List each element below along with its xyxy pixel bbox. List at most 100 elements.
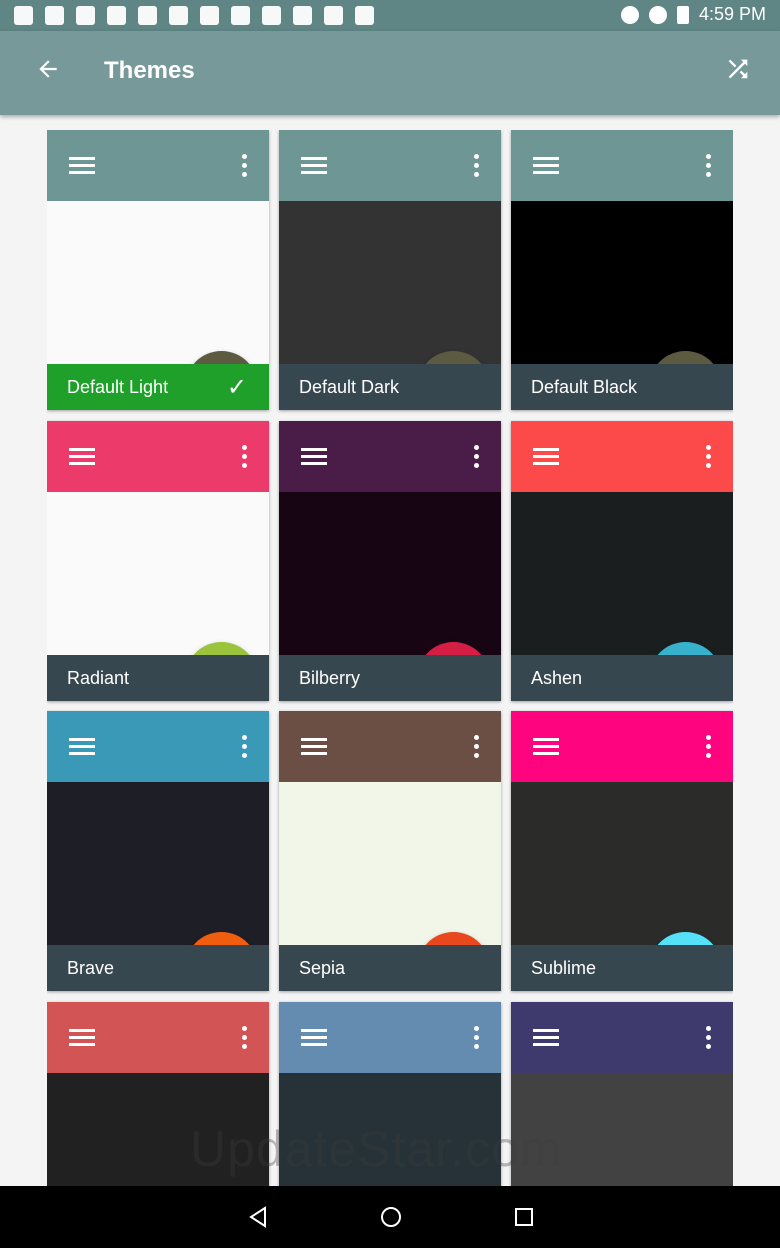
more-vert-icon [706,1026,712,1050]
nav-home-button[interactable] [378,1204,404,1230]
more-vert-icon [706,735,712,759]
theme-name: Sublime [531,958,597,978]
more-vert-icon [242,445,248,469]
theme-name: Default Black [531,377,638,397]
nav-home-icon [381,1207,401,1227]
shuffle-icon [728,59,748,79]
theme-preview-body: + [47,492,269,701]
more-vert-icon [242,1026,248,1050]
theme-label-bar: Brave [47,945,269,991]
theme-card[interactable]: +Radiant [47,421,269,701]
menu-icon [533,1029,559,1047]
theme-name: Default Dark [299,377,400,397]
menu-icon [533,448,559,466]
more-vert-icon [706,445,712,469]
themes-grid: +Default Light✓+Default Dark+Default Bla… [47,130,733,1186]
menu-icon [301,157,327,175]
theme-card[interactable]: +Ashen [511,421,733,701]
theme-card[interactable]: +Bilberry [279,421,501,701]
theme-preview-body: + [279,201,501,410]
theme-name: Default Light [67,377,169,397]
theme-preview-body: + [279,492,501,701]
app-bar: Themes [0,31,780,115]
theme-card[interactable]: +Default Dark [279,130,501,410]
notification-icon [107,6,126,25]
notification-icon [231,6,250,25]
notification-icon [200,6,219,25]
notification-icons [14,6,374,25]
wifi-icon [648,5,667,24]
theme-preview-toolbar [47,421,269,492]
more-vert-icon [706,154,712,178]
nav-recents-icon [515,1208,533,1226]
more-vert-icon [474,1026,480,1050]
more-vert-icon [474,445,480,469]
theme-card[interactable]: +Brave [47,711,269,991]
theme-label-bar: Sepia [279,945,501,991]
theme-preview-toolbar [279,711,501,782]
theme-label-bar: Radiant [47,655,269,701]
theme-name: Radiant [67,668,130,688]
theme-preview-toolbar [279,130,501,201]
theme-label-bar: Default Dark [279,364,501,410]
theme-preview-body: + [47,201,269,410]
nav-recents-button[interactable] [511,1204,537,1230]
more-vert-icon [242,735,248,759]
notification-icon [14,6,33,25]
navigation-bar [0,1186,780,1248]
menu-icon [301,1029,327,1047]
shuffle-button[interactable] [720,55,756,91]
theme-label-bar: Default Black [511,364,733,410]
watermark: UpdateStar.com [190,1121,563,1177]
check-icon: ✓ [226,374,247,401]
menu-icon [69,1029,95,1047]
theme-preview-toolbar [279,421,501,492]
theme-card[interactable]: +Sublime [511,711,733,991]
more-vert-icon [474,154,480,178]
nav-back-icon [249,1206,266,1228]
theme-preview-body: + [279,782,501,991]
theme-preview-body: + [511,492,733,701]
theme-card[interactable]: +Default Black [511,130,733,410]
menu-icon [69,738,95,756]
menu-icon [69,157,95,175]
more-vert-icon [474,735,480,759]
more-vert-icon [242,154,248,178]
system-status: 4:59 PM [620,4,766,25]
menu-icon [301,448,327,466]
theme-preview-toolbar [47,130,269,201]
menu-icon [69,448,95,466]
arrow-back-icon [39,60,57,78]
theme-preview-toolbar [511,130,733,201]
theme-preview-toolbar [511,711,733,782]
theme-name: Bilberry [299,668,361,688]
menu-icon [533,157,559,175]
theme-label-bar: Ashen [511,655,733,701]
back-button[interactable] [30,55,66,91]
theme-preview-toolbar [279,1002,501,1073]
menu-icon [533,738,559,756]
menu-icon [301,738,327,756]
theme-preview-body: + [47,782,269,991]
battery-icon [676,5,689,24]
notification-icon [45,6,64,25]
nav-back-button[interactable] [245,1204,271,1230]
theme-name: Sepia [299,958,346,978]
theme-preview-toolbar [47,711,269,782]
theme-card[interactable]: +Default Light ✓ [47,130,269,410]
theme-label-bar: Sublime [511,945,733,991]
page-title: Themes [104,57,195,84]
notification-icon [355,6,374,25]
status-bar: 4:59 PM [0,0,780,31]
theme-card[interactable]: +Sepia [279,711,501,991]
theme-preview-toolbar [511,421,733,492]
theme-name: Ashen [531,668,583,688]
notification-icon [169,6,188,25]
theme-label-bar: Default Light ✓ [47,364,269,410]
theme-name: Brave [67,958,115,978]
notification-icon [262,6,281,25]
theme-preview-toolbar [511,1002,733,1073]
theme-preview-toolbar [47,1002,269,1073]
notification-icon [138,6,157,25]
notification-icon [324,6,343,25]
